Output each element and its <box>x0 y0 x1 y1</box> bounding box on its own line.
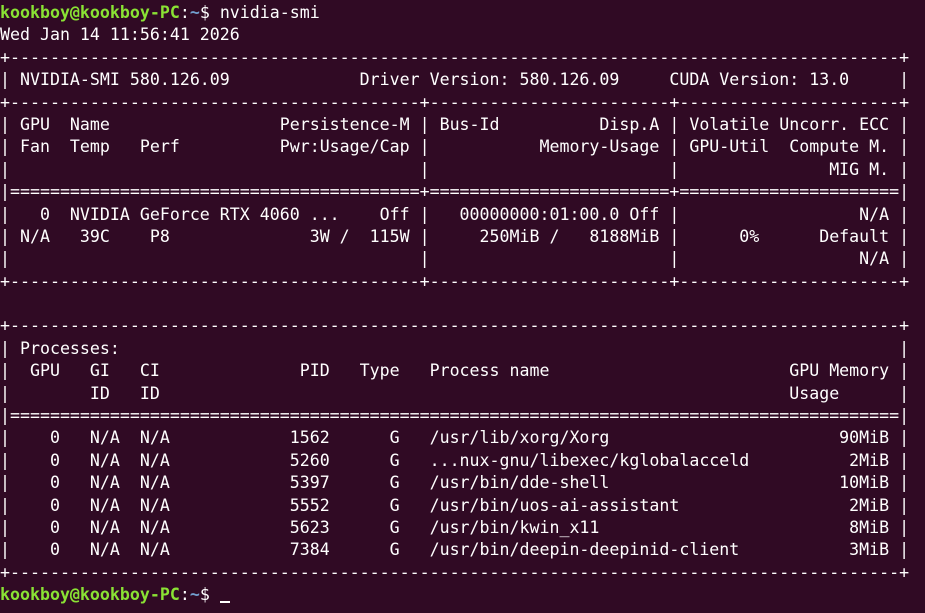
output-line: +---------------------------------------… <box>0 316 910 336</box>
prompt-path: ~ <box>189 3 200 22</box>
prompt-symbol: $ <box>199 585 220 605</box>
gpu-row: | N/A 39C P8 3W / 115W | 250MiB / 8188Mi… <box>0 226 910 246</box>
gpu-row: | | | N/A | <box>0 249 910 269</box>
process-row: | 0 N/A N/A 5623 G /usr/bin/kwin_x11 8Mi… <box>0 517 910 537</box>
command-line: kookboy@kookboy-PC:~$ nvidia-smi <box>0 2 925 24</box>
prompt-separator: : <box>179 3 190 22</box>
processes-title: | Processes: | <box>0 338 910 358</box>
output-line: |=======================================… <box>0 406 910 426</box>
active-prompt-line[interactable]: kookboy@kookboy-PC:~$ <box>0 584 925 606</box>
prompt-separator: : <box>179 585 190 605</box>
output-line: | NVIDIA-SMI 580.126.09 Driver Version: … <box>0 70 910 90</box>
output-line: |=======================================… <box>0 182 910 202</box>
text-cursor <box>219 601 230 604</box>
process-row: | 0 N/A N/A 5397 G /usr/bin/dde-shell 10… <box>0 473 910 493</box>
output-line: +---------------------------------------… <box>0 47 910 67</box>
output-block: Wed Jan 14 11:56:41 2026 +--------------… <box>0 24 925 584</box>
command-text: nvidia-smi <box>219 3 320 22</box>
prompt-symbol: $ <box>199 3 220 22</box>
output-line: +---------------------------------------… <box>0 92 910 112</box>
date-line: Wed Jan 14 11:56:41 2026 <box>0 25 240 45</box>
output-line: | GPU Name Persistence-M | Bus-Id Disp.A… <box>0 114 910 134</box>
output-line: +---------------------------------------… <box>0 271 910 291</box>
processes-header: | ID ID Usage | <box>0 383 910 403</box>
processes-header: | GPU GI CI PID Type Process name GPU Me… <box>0 361 910 381</box>
output-line: | | | MIG M. | <box>0 159 910 179</box>
process-row: | 0 N/A N/A 1562 G /usr/lib/xorg/Xorg 90… <box>0 428 910 448</box>
output-line: | Fan Temp Perf Pwr:Usage/Cap | Memory-U… <box>0 137 910 157</box>
process-row: | 0 N/A N/A 5260 G ...nux-gnu/libexec/kg… <box>0 450 910 470</box>
prompt-user-host: kookboy@kookboy-PC <box>0 585 180 605</box>
prompt-path: ~ <box>189 585 200 605</box>
prompt-user-host: kookboy@kookboy-PC <box>0 3 180 22</box>
gpu-row: | 0 NVIDIA GeForce RTX 4060 ... Off | 00… <box>0 204 910 224</box>
output-line: +---------------------------------------… <box>0 562 910 582</box>
process-row: | 0 N/A N/A 7384 G /usr/bin/deepin-deepi… <box>0 540 910 560</box>
terminal-window[interactable]: kookboy@kookboy-PC:~$ nvidia-smi Wed Jan… <box>0 0 925 613</box>
process-row: | 0 N/A N/A 5552 G /usr/bin/uos-ai-assis… <box>0 495 910 515</box>
